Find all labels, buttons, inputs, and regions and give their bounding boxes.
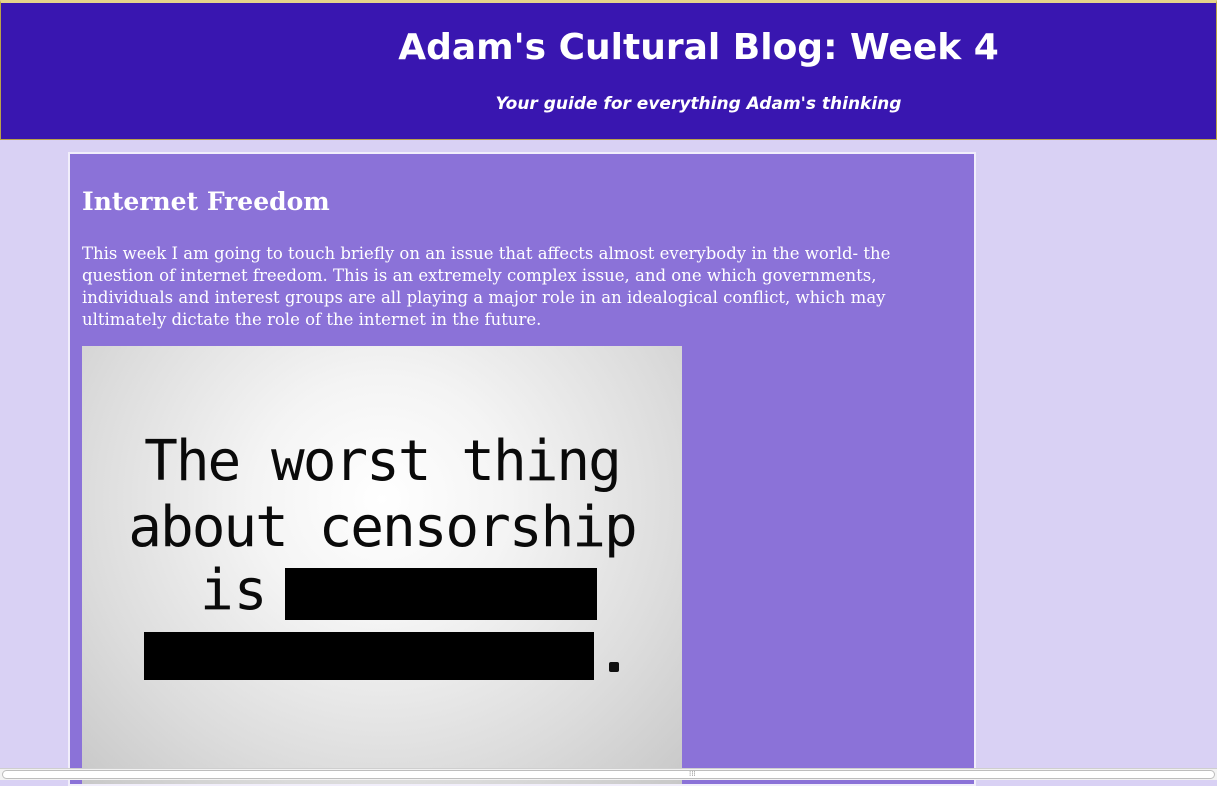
post-body: This week I am going to touch briefly on… xyxy=(82,244,891,329)
image-period xyxy=(609,662,619,672)
post-panel: Internet Freedom This week I am going to… xyxy=(68,152,976,786)
image-text-line-1: The worst thing xyxy=(144,429,622,494)
post-title: Internet Freedom xyxy=(82,187,330,216)
grip-icon: ⁞⁞⁞ xyxy=(689,770,696,778)
redaction-bar-1 xyxy=(285,568,597,620)
blog-tagline: Your guide for everything Adam's thinkin… xyxy=(495,94,902,114)
image-text-line-2: about censorship xyxy=(128,495,637,560)
scrollbar-thumb[interactable]: ⁞⁞⁞ xyxy=(2,770,1215,779)
horizontal-scrollbar[interactable]: ⁞⁞⁞ xyxy=(0,768,1217,780)
redaction-bar-2 xyxy=(144,632,594,680)
blog-title: Adam's Cultural Blog: Week 4 xyxy=(398,27,999,68)
censorship-image: The worst thing about censorship is xyxy=(82,346,682,784)
image-text-is: is xyxy=(200,558,268,623)
blog-header: Adam's Cultural Blog: Week 4 Your guide … xyxy=(0,0,1217,140)
